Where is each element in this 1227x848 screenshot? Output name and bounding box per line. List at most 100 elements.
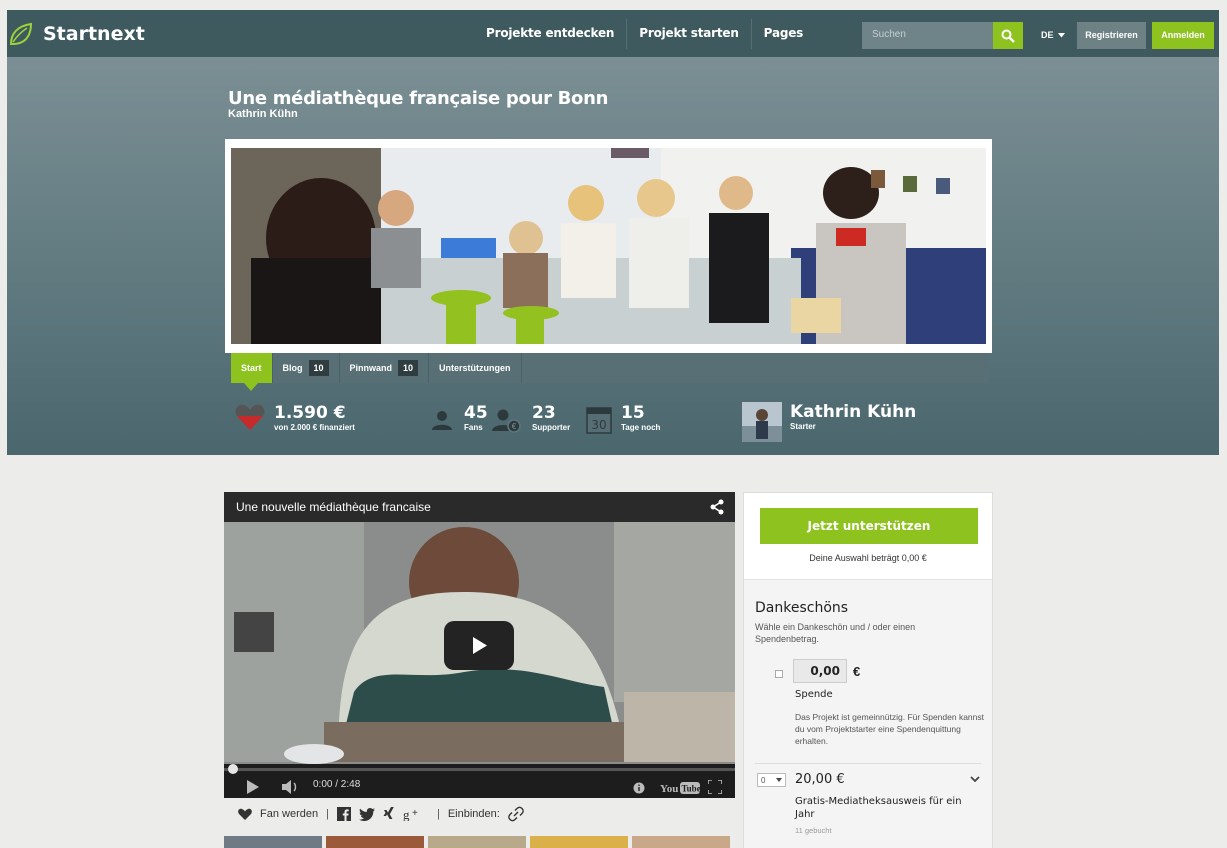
- info-icon[interactable]: [633, 782, 645, 794]
- video-thumbnail[interactable]: [326, 836, 424, 848]
- supporter-user-icon: €: [492, 409, 521, 433]
- donation-description: Das Projekt ist gemeinnützig. Für Spende…: [795, 712, 984, 746]
- reward-quantity-select[interactable]: 0: [757, 773, 786, 787]
- tab-start[interactable]: Start: [231, 353, 273, 391]
- funded-subtitle: von 2.000 € finanziert: [274, 423, 355, 432]
- video-player[interactable]: Une nouvelle médiathèque francaise 0:00 …: [224, 492, 735, 798]
- tab-blog-label: Blog: [282, 363, 303, 373]
- progress-handle[interactable]: [227, 763, 239, 775]
- register-button[interactable]: Registrieren: [1077, 22, 1146, 49]
- startnext-logo[interactable]: Startnext: [7, 20, 145, 48]
- supporter-stat[interactable]: € 23 Supporter: [492, 403, 570, 433]
- fans-count: 45: [464, 403, 488, 423]
- supporter-count: 23: [532, 403, 556, 423]
- project-stats: 1.590 € von 2.000 € finanziert 45 Fans €…: [231, 398, 988, 443]
- tab-start-label: Start: [241, 363, 262, 373]
- chevron-down-icon[interactable]: [970, 776, 980, 783]
- search-button[interactable]: [993, 22, 1023, 49]
- play-button[interactable]: [444, 621, 514, 670]
- tab-blog-count: 10: [308, 360, 329, 376]
- nav-link-pages[interactable]: Pages: [752, 10, 815, 57]
- starter-stat[interactable]: Kathrin Kühn Starter: [742, 402, 916, 442]
- social-bar: Fan werden | g + | Einbinden:: [224, 801, 735, 827]
- video-thumbnail[interactable]: [224, 836, 322, 848]
- facebook-icon[interactable]: [336, 807, 351, 821]
- language-label: DE: [1041, 30, 1054, 40]
- svg-text:€: €: [512, 422, 517, 431]
- donation-label: Spende: [795, 689, 833, 700]
- nav-link-projekte-entdecken[interactable]: Projekte entdecken: [474, 10, 626, 57]
- project-photo-illustration: [231, 148, 986, 344]
- tab-blog[interactable]: Blog 10: [273, 353, 340, 383]
- days-count: 15: [621, 403, 645, 423]
- reward-amount: 20,00 €: [795, 772, 845, 787]
- tab-unterstuetzungen-label: Unterstützungen: [439, 363, 511, 373]
- project-tabs: Start Blog 10 Pinnwand 10 Unterstützunge…: [231, 353, 988, 391]
- login-button[interactable]: Anmelden: [1152, 22, 1214, 49]
- video-thumbnail[interactable]: [428, 836, 526, 848]
- svg-text:Tube: Tube: [682, 784, 701, 794]
- leaf-logo-icon: [9, 22, 33, 45]
- google-plus-icon[interactable]: g +: [403, 807, 423, 821]
- calendar-icon: 30: [586, 407, 612, 434]
- tab-pinnwand[interactable]: Pinnwand 10: [340, 353, 430, 383]
- fans-stat[interactable]: 45 Fans: [430, 403, 488, 433]
- tab-pinnwand-count: 10: [398, 360, 419, 376]
- days-stat: 30 15 Tage noch: [586, 403, 660, 434]
- video-time: 0:00 / 2:48: [313, 779, 361, 790]
- donation-checkbox[interactable]: [775, 670, 783, 678]
- donation-amount-input[interactable]: 0,00: [793, 659, 847, 683]
- embed-label[interactable]: Einbinden:: [448, 808, 500, 820]
- youtube-logo-icon[interactable]: You Tube: [660, 780, 700, 796]
- funded-amount: 1.590 €: [274, 403, 346, 423]
- main-nav: Projekte entdecken Projekt starten Pages: [474, 10, 815, 57]
- fullscreen-icon[interactable]: [708, 780, 722, 794]
- reward-divider: [755, 763, 981, 764]
- select-caret-icon: [776, 778, 782, 782]
- project-author[interactable]: Kathrin Kühn: [228, 108, 298, 120]
- search-input[interactable]: Suchen: [862, 22, 993, 49]
- link-icon[interactable]: [507, 806, 524, 822]
- reward-booked-count: 11 gebucht: [795, 826, 832, 835]
- fan-user-icon: [432, 411, 452, 430]
- social-divider: |: [436, 808, 440, 820]
- project-image: [231, 148, 986, 344]
- supporter-label: Supporter: [532, 423, 571, 432]
- caret-down-icon: [1057, 33, 1065, 38]
- video-title[interactable]: Une nouvelle médiathèque francaise: [236, 500, 431, 514]
- reward-title: Gratis-Mediatheksausweis für ein Jahr: [795, 796, 962, 820]
- starter-name: Kathrin Kühn: [790, 402, 917, 422]
- share-icon[interactable]: [710, 499, 724, 515]
- language-selector[interactable]: DE: [1041, 22, 1065, 49]
- reward-quantity-value: 0: [761, 775, 766, 785]
- days-label: Tage noch: [621, 423, 661, 432]
- video-progress-bar[interactable]: [224, 768, 735, 771]
- calendar-day: 30: [591, 418, 606, 432]
- twitter-icon[interactable]: [358, 807, 375, 821]
- svg-text:+: +: [412, 808, 418, 819]
- heart-fan-icon[interactable]: [238, 808, 252, 821]
- svg-text:You: You: [660, 783, 678, 795]
- starter-avatar: [742, 402, 782, 442]
- social-divider: |: [326, 808, 329, 820]
- video-thumbnail[interactable]: [632, 836, 730, 848]
- svg-text:g: g: [403, 807, 410, 821]
- project-title: Une médiathèque française pour Bonn: [228, 88, 609, 109]
- project-image-frame: [225, 139, 992, 353]
- selection-total: Deine Auswahl beträgt 0,00 €: [809, 553, 927, 563]
- volume-icon[interactable]: [282, 780, 300, 794]
- tab-pinnwand-label: Pinnwand: [349, 363, 393, 373]
- nav-link-projekt-starten[interactable]: Projekt starten: [627, 10, 750, 57]
- dankeschoens-subtitle: Wähle ein Dankeschön und / oder einen Sp…: [755, 622, 916, 644]
- play-small-icon[interactable]: [246, 780, 260, 794]
- xing-icon[interactable]: [383, 807, 395, 821]
- heart-icon: [235, 404, 265, 430]
- tab-unterstuetzungen[interactable]: Unterstützungen: [429, 353, 522, 383]
- fan-button[interactable]: Fan werden: [260, 808, 318, 820]
- starter-label: Starter: [790, 422, 816, 431]
- support-now-button[interactable]: Jetzt unterstützen: [760, 508, 978, 544]
- video-thumbnail[interactable]: [530, 836, 628, 848]
- search-icon: [1001, 29, 1015, 43]
- video-thumbnail-strip: [224, 836, 735, 848]
- donation-currency: €: [853, 664, 861, 679]
